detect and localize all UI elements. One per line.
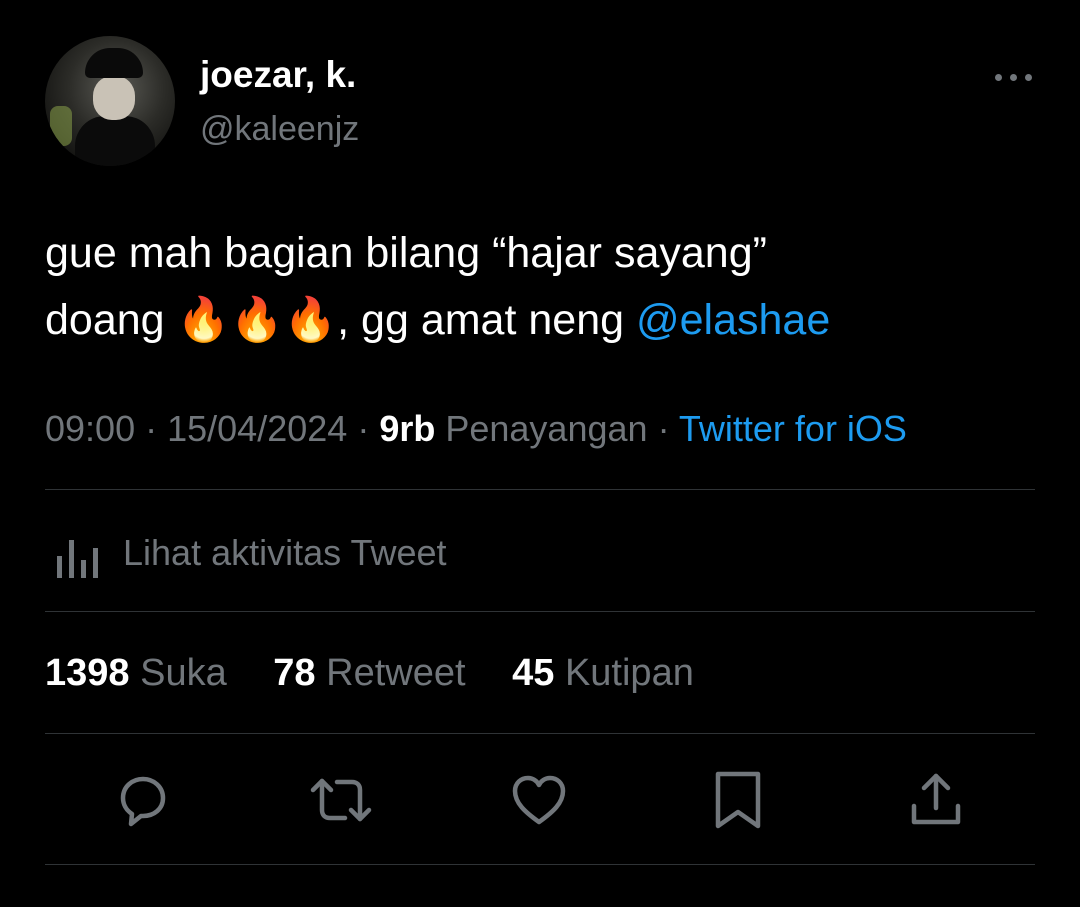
- more-horizontal-icon[interactable]: [995, 66, 1035, 86]
- reply-button[interactable]: [111, 768, 175, 832]
- meta-separator: ·: [657, 408, 679, 449]
- tweet-meta: 09:00 · 15/04/2024 · 9rb Penayangan · Tw…: [45, 408, 907, 450]
- tweet-activity-label: Lihat aktivitas Tweet: [123, 532, 447, 573]
- tweet-source-link[interactable]: Twitter for iOS: [679, 408, 907, 449]
- views-label: Penayangan: [445, 408, 648, 449]
- author-display-name[interactable]: joezar, k.: [200, 54, 356, 96]
- tweet-stats: 1398 Suka 78 Retweet 45 Kutipan: [45, 652, 730, 695]
- tweet-actions-bar: [0, 768, 1080, 832]
- divider: [45, 611, 1035, 612]
- meta-separator: ·: [357, 408, 380, 449]
- tweet-header: joezar, k. @kaleenjz: [45, 36, 1035, 166]
- bookmark-button[interactable]: [706, 768, 770, 832]
- retweets-count: 78: [273, 652, 316, 694]
- retweet-button[interactable]: [309, 768, 373, 832]
- fire-emoji: 🔥🔥🔥: [176, 295, 338, 345]
- divider: [45, 864, 1035, 865]
- author-handle[interactable]: @kaleenjz: [200, 110, 359, 149]
- likes-count: 1398: [45, 652, 130, 694]
- avatar-face: [93, 76, 135, 120]
- tweet-text: gue mah bagian bilang “hajar sayang” doa…: [45, 220, 1035, 354]
- bookmark-icon: [715, 771, 761, 829]
- divider: [45, 489, 1035, 490]
- retweets-stat[interactable]: 78 Retweet: [273, 652, 465, 695]
- avatar-background: [50, 106, 72, 146]
- divider: [45, 733, 1035, 734]
- quotes-label: Kutipan: [564, 652, 694, 694]
- tweet-time[interactable]: 09:00: [45, 408, 135, 449]
- tweet-text-prefix: doang: [45, 296, 177, 344]
- avatar-cap: [85, 48, 143, 78]
- avatar[interactable]: [45, 36, 175, 166]
- share-icon: [911, 773, 961, 825]
- reply-icon: [120, 776, 166, 827]
- avatar-shirt: [75, 116, 155, 166]
- tweet-text-line-1: gue mah bagian bilang “hajar sayang”: [45, 229, 767, 277]
- meta-separator: ·: [145, 408, 168, 449]
- tweet-text-suffix: , gg amat neng: [337, 296, 636, 344]
- tweet-text-line-2: doang 🔥🔥🔥, gg amat neng @elashae: [45, 287, 1035, 354]
- views-count: 9rb: [379, 408, 436, 449]
- bar-chart-icon: [57, 540, 98, 578]
- retweet-icon: [310, 778, 372, 822]
- tweet-date[interactable]: 15/04/2024: [167, 408, 347, 449]
- likes-label: Suka: [140, 652, 227, 694]
- share-button[interactable]: [904, 768, 968, 832]
- quotes-stat[interactable]: 45 Kutipan: [512, 652, 694, 695]
- quotes-count: 45: [512, 652, 555, 694]
- likes-stat[interactable]: 1398 Suka: [45, 652, 227, 695]
- like-button[interactable]: [507, 768, 571, 832]
- retweets-label: Retweet: [326, 652, 466, 694]
- mention-link[interactable]: @elashae: [636, 296, 830, 344]
- heart-icon: [512, 775, 566, 825]
